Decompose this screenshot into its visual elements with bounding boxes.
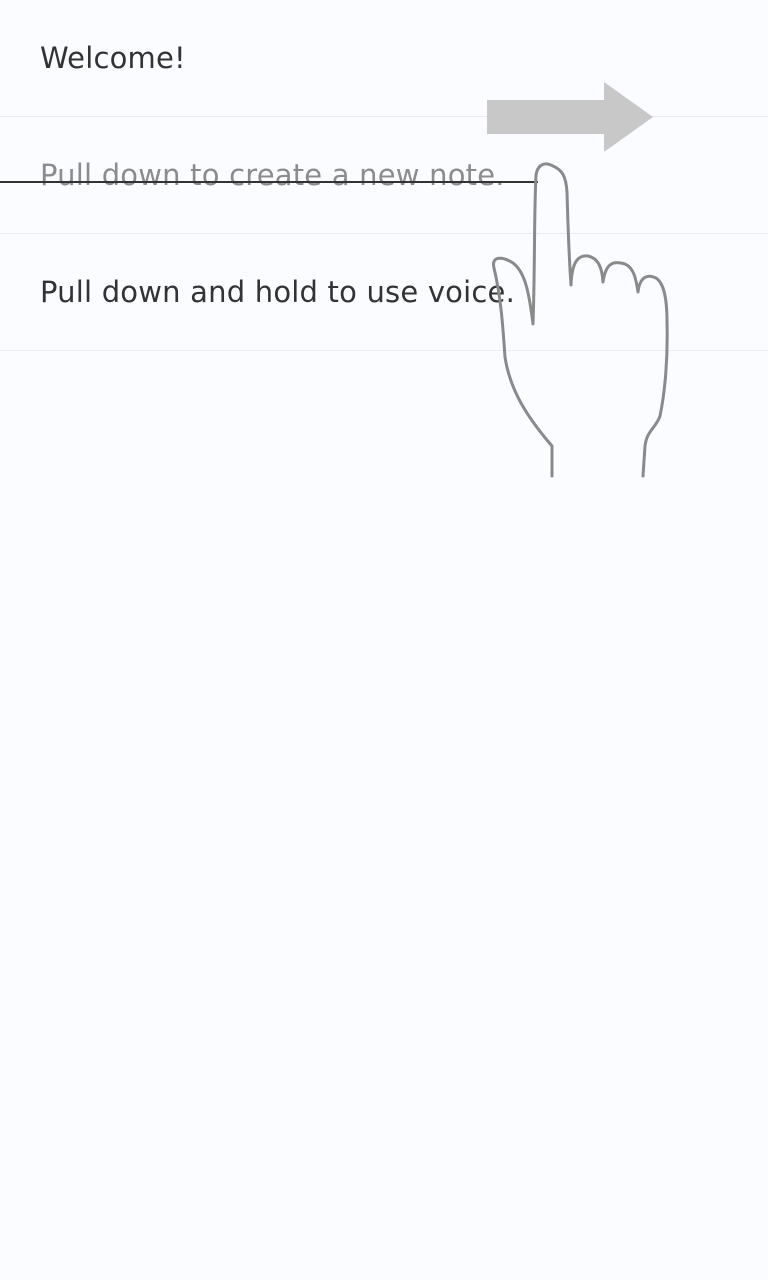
note-text-completed: Pull down to create a new note. — [40, 158, 505, 192]
note-item-welcome[interactable]: Welcome! — [0, 0, 768, 117]
note-text: Welcome! — [40, 41, 186, 75]
note-item-create-hint[interactable]: Pull down to create a new note. — [0, 117, 768, 234]
note-item-voice-hint[interactable]: Pull down and hold to use voice. — [0, 234, 768, 351]
strikethrough-line — [0, 181, 538, 183]
note-list: Welcome! Pull down to create a new note.… — [0, 0, 768, 351]
note-text: Pull down and hold to use voice. — [40, 275, 515, 309]
